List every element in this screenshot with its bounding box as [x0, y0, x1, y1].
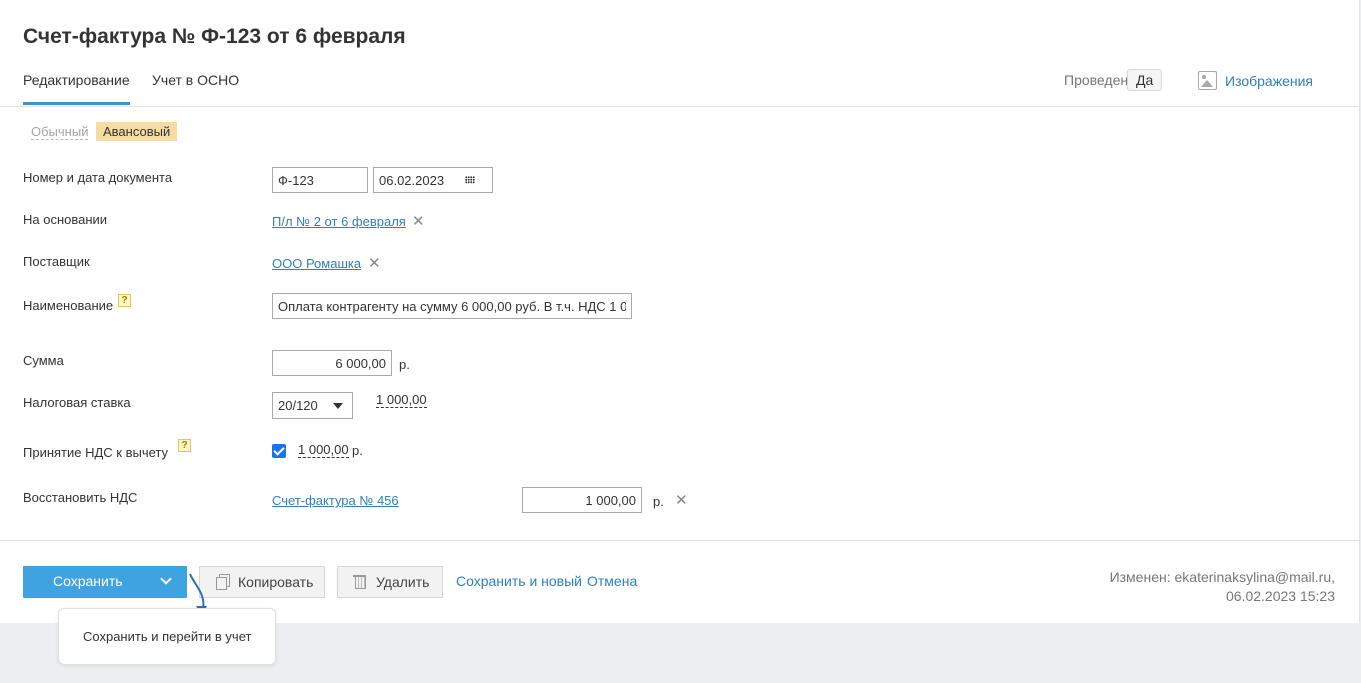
save-dropdown-menu: Сохранить и перейти в учет	[58, 608, 276, 665]
tab-osno-accounting[interactable]: Учет в ОСНО	[152, 72, 239, 102]
vat-deduction-help-icon[interactable]: ?	[178, 439, 191, 452]
tax-rate-value: 20/120	[278, 398, 318, 413]
save-and-new-link[interactable]: Сохранить и новый	[456, 573, 582, 589]
posted-label: Проведен	[1064, 72, 1129, 88]
cancel-link[interactable]: Отмена	[587, 573, 637, 589]
tax-amount[interactable]: 1 000,00	[376, 393, 427, 408]
vat-deduction-amount[interactable]: 1 000,00	[298, 443, 349, 458]
restore-vat-amount-input[interactable]	[522, 487, 642, 513]
images-link[interactable]: Изображения	[1198, 71, 1313, 90]
supplier-link[interactable]: ООО Ромашка	[272, 256, 361, 271]
chevron-down-icon[interactable]	[160, 573, 172, 585]
supplier-label: Поставщик	[23, 254, 90, 269]
doc-date-input[interactable]	[373, 167, 493, 193]
page-title: Счет-фактура № Ф-123 от 6 февраля	[23, 25, 406, 48]
posted-toggle[interactable]: Да	[1127, 69, 1163, 91]
restore-vat-label: Восстановить НДС	[23, 490, 138, 505]
type-advance-option[interactable]: Авансовый	[96, 122, 178, 141]
doc-number-input[interactable]	[272, 167, 368, 193]
basis-label: На основании	[23, 212, 108, 227]
name-label: Наименование	[23, 298, 114, 313]
vat-deduction-currency: р.	[352, 443, 363, 458]
tax-rate-select[interactable]: 20/120	[272, 392, 353, 419]
calendar-icon[interactable]	[465, 176, 475, 184]
changed-at: 06.02.2023 15:23	[1226, 588, 1335, 604]
name-help-icon[interactable]: ?	[118, 294, 131, 307]
remove-restore-vat-icon[interactable]: ✕	[675, 493, 688, 508]
changed-by: Изменен: ekaterinaksylina@mail.ru,	[1109, 569, 1335, 585]
remove-basis-icon[interactable]: ✕	[412, 214, 425, 229]
tabs-divider	[0, 106, 1360, 107]
save-button-label: Сохранить	[53, 573, 123, 589]
sum-label: Сумма	[23, 353, 64, 368]
delete-button[interactable]: Удалить	[337, 566, 443, 598]
doc-number-label: Номер и дата документа	[23, 170, 173, 185]
sum-currency: р.	[399, 357, 410, 372]
save-and-go-to-accounting-item[interactable]: Сохранить и перейти в учет	[83, 629, 251, 644]
basis-link[interactable]: П/л № 2 от 6 февраля	[272, 214, 406, 229]
dropdown-arrow-icon	[333, 403, 343, 409]
tab-editing[interactable]: Редактирование	[23, 72, 130, 105]
image-icon	[1198, 71, 1217, 90]
vat-deduction-checkbox[interactable]	[272, 444, 286, 458]
restore-vat-link[interactable]: Счет-фактура № 456	[272, 493, 399, 508]
document-card: Счет-фактура № Ф-123 от 6 февраля Редакт…	[0, 0, 1360, 623]
vat-deduction-label: Принятие НДС к вычету	[23, 445, 169, 460]
copy-button-label: Копировать	[238, 574, 314, 590]
delete-button-label: Удалить	[376, 574, 430, 590]
images-label: Изображения	[1225, 72, 1313, 89]
footer-divider	[0, 540, 1360, 541]
trash-icon	[353, 574, 366, 589]
change-info: Изменен: ekaterinaksylina@mail.ru, 06.02…	[1110, 568, 1335, 606]
tax-rate-label: Налоговая ставка	[23, 395, 131, 410]
name-input[interactable]	[272, 293, 632, 319]
restore-vat-currency: р.	[653, 494, 664, 509]
sum-input[interactable]	[272, 350, 392, 376]
type-regular-option[interactable]: Обычный	[31, 124, 89, 140]
remove-supplier-icon[interactable]: ✕	[368, 256, 381, 271]
save-button[interactable]: Сохранить	[23, 566, 187, 598]
